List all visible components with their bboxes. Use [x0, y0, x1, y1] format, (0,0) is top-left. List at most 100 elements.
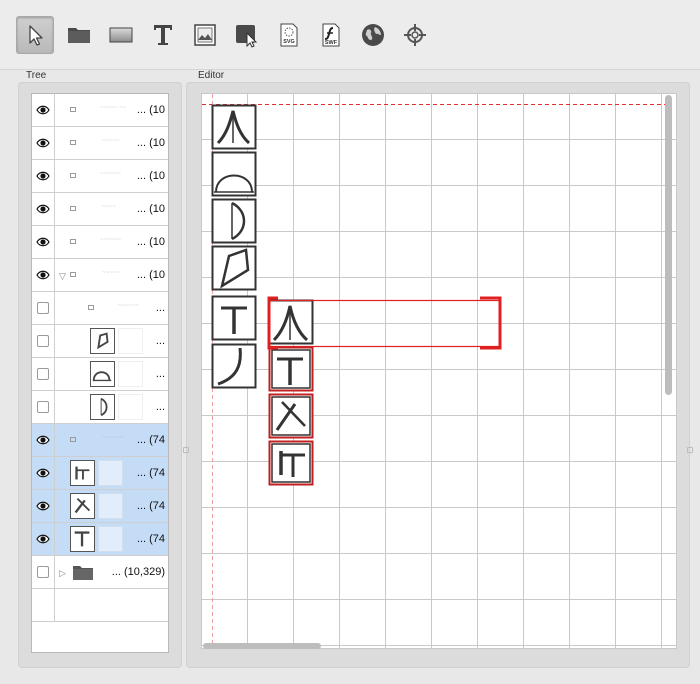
shape-thumbnail-ghost — [98, 493, 123, 519]
svg-text:SWF: SWF — [325, 40, 338, 46]
column-divider — [54, 226, 55, 259]
tree-row[interactable]: ~~~~~~ ... (10 — [32, 160, 168, 193]
tree-row[interactable]: ~~~~~~ ... (10 — [32, 226, 168, 259]
tree-row-label: ... (10 — [136, 236, 165, 248]
right-splitter-handle[interactable] — [687, 447, 693, 453]
tree-row[interactable]: ~~~~~ ~~ ... (10 — [32, 94, 168, 127]
tree-row-label: ... — [155, 302, 165, 314]
column-divider — [54, 391, 55, 424]
tree-row-label: ... (74 — [136, 467, 165, 479]
tree-row[interactable]: ... (74 — [32, 457, 168, 490]
visibility-checkbox[interactable] — [37, 566, 49, 578]
shape-thumbnail — [70, 526, 95, 552]
svg-file-tool[interactable]: SVG — [270, 16, 308, 54]
eye-icon[interactable] — [36, 104, 50, 116]
svg-file-icon: SVG — [280, 23, 298, 47]
visibility-checkbox[interactable] — [37, 368, 49, 380]
shape-thumbnail-ghost — [98, 526, 123, 552]
faint-name: ~~~~~ — [102, 138, 120, 144]
tree-row[interactable]: ... (74 — [32, 490, 168, 523]
image-icon — [70, 206, 76, 211]
layer-tree[interactable]: ~~~~~ ~~ ... (10 ~~~~~ ... (10 ~~~~~~ ..… — [31, 93, 169, 653]
faint-name: ~~~~~ ~~ — [100, 105, 127, 111]
tree-row[interactable]: ▽ ~~~~~ ... (10 — [32, 259, 168, 292]
tree-row[interactable]: ... — [32, 391, 168, 424]
text-tool[interactable] — [144, 16, 182, 54]
column-divider — [54, 457, 55, 490]
tree-row[interactable]: ... — [32, 325, 168, 358]
tree-row-label: ... (74 — [136, 434, 165, 446]
disclosure-collapsed-icon[interactable]: ▷ — [59, 568, 66, 579]
eye-icon[interactable] — [36, 236, 50, 248]
visibility-checkbox[interactable] — [37, 302, 49, 314]
editor-canvas[interactable] — [201, 93, 677, 649]
shape-tile — [268, 346, 314, 392]
tree-row-label: ... (10 — [136, 137, 165, 149]
column-divider — [54, 127, 55, 160]
column-divider — [54, 160, 55, 193]
column-divider — [54, 556, 55, 589]
tree-row[interactable]: ~~~~~~ ... — [32, 292, 168, 325]
tree-row-empty — [32, 589, 168, 622]
shape-tile — [211, 104, 257, 150]
horizontal-scrollbar[interactable] — [203, 643, 321, 649]
column-divider — [54, 424, 55, 457]
column-divider — [54, 490, 55, 523]
swf-file-icon: SWF — [322, 23, 340, 47]
disclosure-expanded-icon[interactable]: ▽ — [59, 271, 66, 282]
shape-thumbnail-ghost — [118, 361, 143, 387]
shape-tile — [211, 198, 257, 244]
arrow-pointer-icon — [29, 25, 43, 46]
faint-name: ~~~~~~ — [102, 435, 124, 441]
tree-row[interactable]: ▷ ... (10,329) — [32, 556, 168, 589]
tree-label: Tree — [26, 70, 47, 81]
vertical-scrollbar[interactable] — [665, 95, 672, 395]
tree-row[interactable]: ~~~~~ ... (10 — [32, 127, 168, 160]
tree-row-label: ... (10 — [136, 170, 165, 182]
tree-row[interactable]: ... (74 — [32, 523, 168, 556]
image-icon — [70, 437, 76, 442]
visibility-checkbox[interactable] — [37, 401, 49, 413]
column-divider — [54, 94, 55, 127]
shape-tile — [268, 299, 314, 345]
rectangle-tool[interactable] — [102, 16, 140, 54]
tree-row[interactable]: ... — [32, 358, 168, 391]
shape-thumbnail — [70, 493, 95, 519]
column-divider — [54, 259, 55, 292]
eye-icon[interactable] — [36, 203, 50, 215]
column-divider — [54, 589, 55, 622]
eye-icon[interactable] — [36, 434, 50, 446]
folder-icon — [73, 566, 93, 580]
eye-icon[interactable] — [36, 467, 50, 479]
swf-file-tool[interactable]: SWF — [312, 16, 350, 54]
eye-icon[interactable] — [36, 533, 50, 545]
target-tool[interactable] — [396, 16, 434, 54]
image-tool[interactable] — [186, 16, 224, 54]
tree-row[interactable]: ~~~~ ... (10 — [32, 193, 168, 226]
shape-thumbnail-ghost — [98, 460, 123, 486]
folder-tool[interactable] — [60, 16, 98, 54]
image-icon — [70, 239, 76, 244]
eye-icon[interactable] — [36, 170, 50, 182]
link-tool[interactable] — [228, 16, 266, 54]
globe-icon — [362, 24, 384, 46]
tree-row-label: ... — [155, 335, 165, 347]
web-tool[interactable] — [354, 16, 392, 54]
shape-thumbnail — [90, 394, 115, 420]
image-icon — [70, 107, 76, 112]
left-splitter-handle[interactable] — [183, 447, 189, 453]
tree-row-label: ... (10,329) — [111, 566, 165, 578]
eye-icon[interactable] — [36, 137, 50, 149]
tree-row[interactable]: ~~~~~~ ... (74 — [32, 424, 168, 457]
select-arrow-tool[interactable] — [16, 16, 54, 54]
eye-icon[interactable] — [36, 500, 50, 512]
tree-row-label: ... (10 — [136, 269, 165, 281]
visibility-checkbox[interactable] — [37, 335, 49, 347]
editor-label: Editor — [198, 70, 225, 81]
faint-name: ~~~~~ — [102, 270, 120, 276]
crosshair-icon — [404, 24, 426, 46]
text-t-icon — [154, 25, 172, 45]
eye-icon[interactable] — [36, 269, 50, 281]
shape-tile — [211, 343, 257, 389]
shape-thumbnail — [90, 328, 115, 354]
